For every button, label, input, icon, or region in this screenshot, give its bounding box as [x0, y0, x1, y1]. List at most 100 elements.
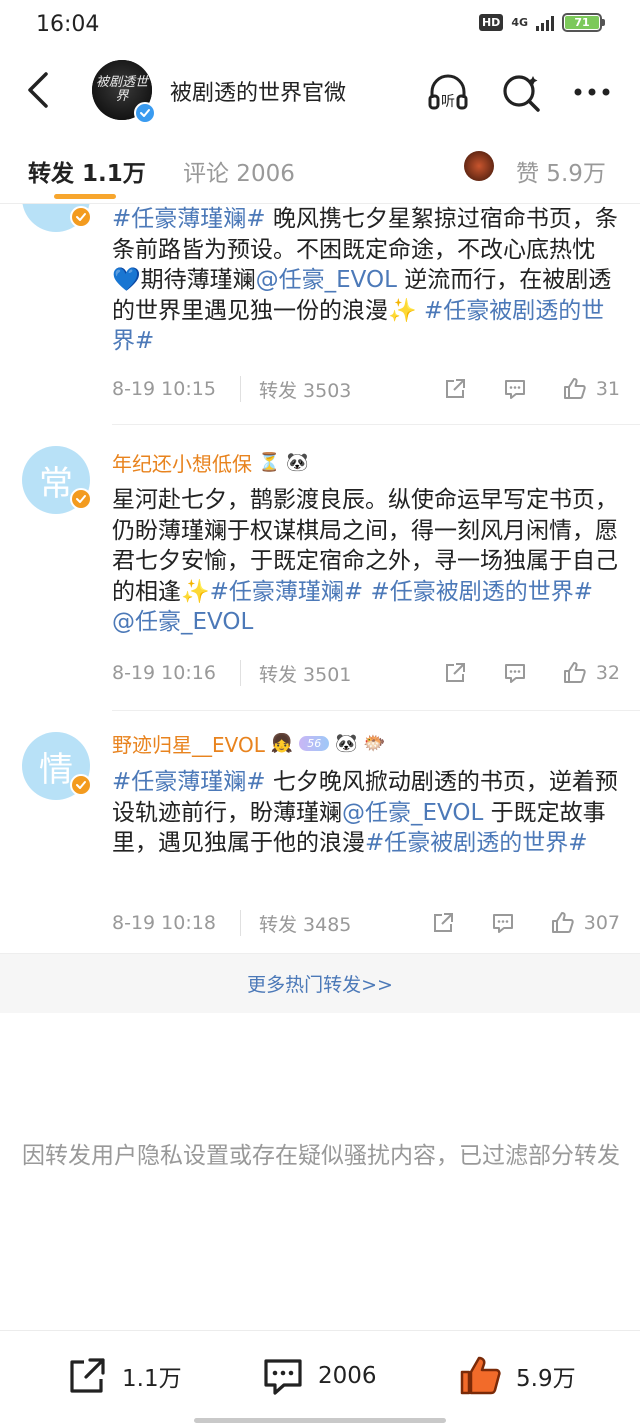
- share-icon: [445, 379, 465, 398]
- svg-text:听: 听: [441, 94, 455, 110]
- share-button[interactable]: [430, 910, 456, 936]
- tab-active-indicator: [54, 194, 116, 199]
- comment-count-total: 2006: [318, 1363, 377, 1389]
- post-meta: 8-19 10:18 转发 3485 307: [112, 908, 620, 938]
- repost-count: 转发 3503: [259, 379, 352, 402]
- more-reposts-link[interactable]: 更多热门转发>>: [0, 970, 640, 997]
- liker-avatar: [464, 151, 494, 181]
- divider: [112, 424, 640, 425]
- topic-link[interactable]: #任豪薄瑾斓#: [112, 769, 266, 795]
- thumbs-up-icon: [563, 378, 586, 399]
- post-time: 8-19 10:18: [112, 912, 216, 934]
- listen-icon[interactable]: 听: [426, 70, 470, 114]
- comment-button[interactable]: [490, 910, 516, 936]
- account-avatar[interactable]: 被剧透世界: [92, 60, 156, 124]
- repost-button[interactable]: 1.1万: [64, 1353, 182, 1399]
- status-bar: 16:04 HD 4G 71: [0, 0, 640, 48]
- comment-icon: [492, 914, 513, 933]
- post-time: 8-19 10:15: [112, 378, 216, 400]
- post-text: #任豪薄瑾斓# 晚风携七夕星絮掠过宿命书页，条条前路皆为预设。不困既定命途，不改…: [112, 204, 622, 357]
- topic-link[interactable]: #任豪被剧透的世界#: [371, 579, 594, 605]
- like-count: 307: [583, 912, 620, 934]
- divider: [112, 710, 640, 711]
- share-icon: [433, 913, 453, 932]
- repost-count: 转发 3501: [259, 663, 352, 686]
- author-badge-emoji: 👧: [270, 733, 294, 754]
- meta-divider: [240, 910, 241, 936]
- comment-icon: [504, 380, 525, 399]
- share-icon: [445, 663, 465, 682]
- signal-icon: [536, 15, 554, 31]
- repost-list: #任豪薄瑾斓# 晚风携七夕星絮掠过宿命书页，条条前路皆为预设。不困既定命途，不改…: [0, 204, 640, 1014]
- home-indicator: [194, 1418, 446, 1423]
- battery-level: 71: [565, 16, 599, 29]
- verified-badge-icon: [70, 488, 92, 510]
- status-indicators: HD 4G 71: [478, 13, 605, 32]
- verified-badge-icon: [70, 206, 92, 228]
- post-meta: 8-19 10:15 转发 3503 31: [112, 374, 620, 404]
- share-button[interactable]: [442, 376, 468, 402]
- repost-icon: [70, 1358, 105, 1393]
- tab-likes[interactable]: 赞 5.9万: [516, 154, 606, 188]
- battery-icon: 71: [562, 13, 605, 32]
- user-avatar[interactable]: 常: [22, 446, 92, 514]
- repost-count-total: 1.1万: [122, 1366, 182, 1392]
- tab-comments[interactable]: 评论 2006: [183, 154, 295, 188]
- verified-badge-icon: [70, 774, 92, 796]
- author-label: 野迹归星__EVOL: [112, 733, 265, 757]
- author-name[interactable]: 野迹归星__EVOL 👧 56 🐼 🐡: [112, 729, 386, 758]
- meta-divider: [240, 376, 241, 402]
- mention-link[interactable]: @任豪_EVOL: [256, 267, 397, 293]
- thumbs-up-icon: [551, 912, 574, 933]
- comment-button[interactable]: [502, 376, 528, 402]
- post-text-segment: [363, 579, 370, 605]
- post-actions: 31: [408, 374, 620, 404]
- topic-link[interactable]: #任豪被剧透的世界#: [365, 830, 588, 856]
- comment-button-main[interactable]: 2006: [260, 1353, 377, 1399]
- like-count-total: 5.9万: [516, 1366, 576, 1392]
- topic-link[interactable]: #任豪薄瑾斓#: [112, 206, 266, 232]
- share-button[interactable]: [442, 660, 468, 686]
- post-actions: 307: [396, 908, 620, 938]
- more-icon[interactable]: [570, 70, 614, 114]
- mention-link[interactable]: @任豪_EVOL: [112, 609, 253, 635]
- like-button-main[interactable]: 5.9万: [458, 1353, 576, 1399]
- like-button[interactable]: 32: [562, 660, 620, 686]
- thumbs-up-icon: [563, 662, 586, 683]
- comment-icon: [264, 1359, 302, 1395]
- header: 被剧透世界 被剧透的世界官微 听: [0, 48, 640, 132]
- repost-count: 转发 3485: [259, 913, 352, 936]
- tab-bar: 转发 1.1万 评论 2006 赞 5.9万: [0, 136, 640, 204]
- back-arrow-icon[interactable]: [20, 68, 56, 112]
- user-avatar[interactable]: [22, 204, 92, 232]
- thumbs-up-filled-icon: [460, 1356, 501, 1395]
- verified-badge-icon: [134, 102, 156, 124]
- post-text: 星河赴七夕，鹊影渡良辰。纵使命运早写定书页，仍盼薄瑾斓于权谋棋局之间，得一刻风月…: [112, 485, 622, 638]
- bottom-toolbar: 1.1万 2006 5.9万: [0, 1330, 640, 1427]
- post-meta: 8-19 10:16 转发 3501 32: [112, 658, 620, 688]
- comment-button[interactable]: [502, 660, 528, 686]
- like-count: 32: [595, 662, 620, 684]
- post-time: 8-19 10:16: [112, 662, 216, 684]
- hd-badge: HD: [478, 14, 504, 31]
- more-reposts-bar: 更多热门转发>>: [0, 953, 640, 1013]
- meta-divider: [240, 660, 241, 686]
- filter-notice: 因转发用户隐私设置或存在疑似骚扰内容，已过滤部分转发: [22, 1143, 620, 1169]
- post-text: #任豪薄瑾斓# 七夕晚风掀动剧透的书页，逆着预设轨迹前行，盼薄瑾斓@任豪_EVO…: [112, 767, 622, 859]
- author-badges: 🐼 🐡: [335, 733, 386, 754]
- author-badges: ⏳ 🐼: [258, 452, 309, 473]
- network-type: 4G: [511, 16, 528, 29]
- topic-link[interactable]: #任豪薄瑾斓#: [210, 579, 364, 605]
- user-avatar[interactable]: 情: [22, 732, 92, 800]
- comment-icon: [504, 664, 525, 683]
- page-title: 被剧透的世界官微: [170, 81, 347, 106]
- search-icon[interactable]: [500, 70, 544, 114]
- author-name[interactable]: 年纪还小想低保 ⏳ 🐼: [112, 448, 309, 477]
- like-button[interactable]: 31: [562, 376, 620, 402]
- mention-link[interactable]: @任豪_EVOL: [342, 800, 483, 826]
- like-button[interactable]: 307: [550, 910, 620, 936]
- tab-repost[interactable]: 转发 1.1万: [28, 154, 146, 188]
- vip-level-badge: 56: [299, 736, 330, 751]
- post-actions: 32: [408, 658, 620, 688]
- status-time: 16:04: [36, 12, 100, 37]
